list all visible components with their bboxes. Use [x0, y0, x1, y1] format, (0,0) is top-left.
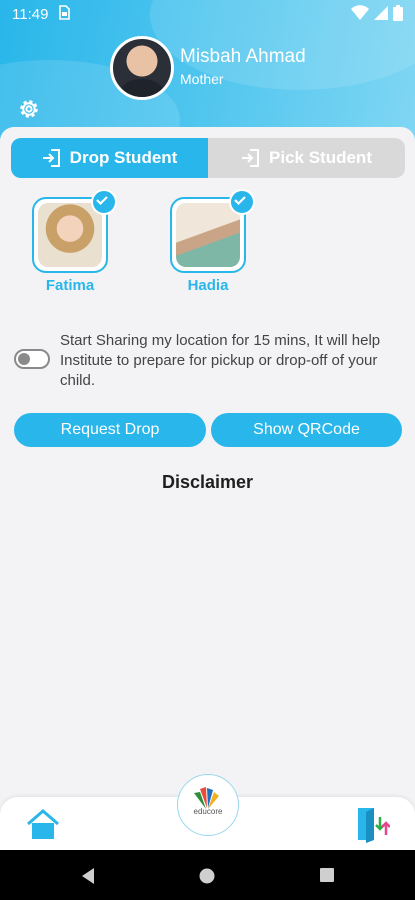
tab-pick-student[interactable]: Pick Student [208, 138, 405, 178]
child-photo [176, 203, 240, 267]
status-icons [350, 5, 403, 25]
child-card-fatima[interactable]: Fatima [31, 189, 117, 294]
recents-icon[interactable] [319, 867, 335, 883]
check-icon [229, 189, 255, 215]
battery-icon [393, 5, 403, 21]
back-icon[interactable] [80, 867, 96, 885]
tab-bar: Drop Student Pick Student [11, 138, 405, 178]
check-icon [91, 189, 117, 215]
logo-text: educore [193, 807, 223, 816]
system-navigation-bar [0, 850, 415, 900]
home-icon[interactable] [26, 808, 60, 842]
profile-role: Mother [180, 71, 224, 87]
sim-card-icon [58, 5, 70, 23]
disclaimer-link[interactable]: Disclaimer [0, 472, 415, 493]
tab-label: Pick Student [269, 148, 372, 167]
gear-icon[interactable] [16, 96, 42, 122]
avatar[interactable] [110, 36, 174, 100]
status-time: 11:49 [12, 6, 49, 23]
child-photo [38, 203, 102, 267]
wifi-icon [350, 5, 369, 20]
status-bar: 11:49 [0, 0, 415, 30]
home-nav-icon[interactable] [198, 867, 216, 885]
child-name: Fatima [45, 277, 95, 294]
tab-label: Drop Student [69, 148, 178, 167]
profile-header: 11:49 Misbah Ahmad Mother [0, 0, 415, 140]
show-qrcode-button[interactable]: Show QRCode [211, 413, 402, 447]
logo-mark [194, 787, 219, 809]
login-icon [242, 149, 260, 167]
child-card-hadia[interactable]: Hadia [169, 189, 255, 294]
request-drop-button[interactable]: Request Drop [14, 413, 206, 447]
location-sharing-text: Start Sharing my location for 15 mins, I… [60, 332, 381, 389]
child-name: Hadia [187, 277, 229, 294]
educore-logo[interactable]: educore [177, 774, 239, 836]
login-icon [42, 149, 60, 167]
toggle-knob [18, 353, 30, 365]
signal-icon [373, 6, 388, 20]
tab-drop-student[interactable]: Drop Student [11, 138, 208, 178]
location-sharing-toggle[interactable] [14, 349, 50, 369]
door-exit-icon[interactable] [356, 805, 390, 843]
profile-name: Misbah Ahmad [180, 46, 306, 67]
